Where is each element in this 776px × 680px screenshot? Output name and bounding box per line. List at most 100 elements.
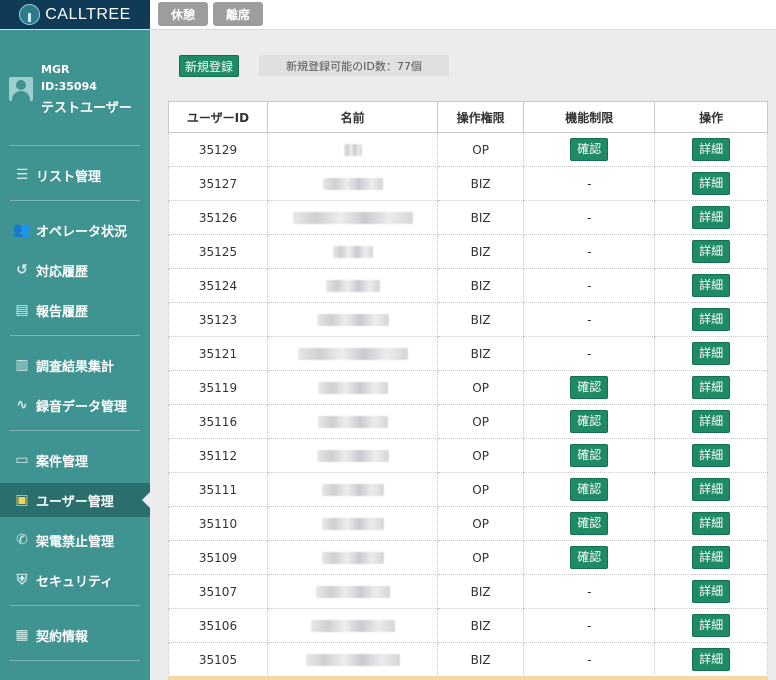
sidebar-item-survey[interactable]: ▥ 調査結果集計	[0, 348, 150, 382]
available-id-count: 新規登録可能のID数：77個	[259, 55, 449, 76]
detail-button[interactable]: 詳細	[692, 614, 731, 637]
sidebar-item-history[interactable]: ↺ 対応履歴	[0, 253, 150, 287]
table-row: 35111 OP 確認 詳細	[168, 472, 768, 507]
cell-permission: BIZ	[437, 608, 525, 643]
sidebar-item-list[interactable]: ☰ リスト管理	[0, 158, 150, 192]
sidebar-item-contract[interactable]: ▦ 契約情報	[0, 618, 150, 652]
divider	[10, 200, 140, 201]
cell-user-id: 35105	[168, 642, 268, 677]
sidebar-item-recordings[interactable]: ∿ 録音データ管理	[0, 388, 150, 422]
sidebar-item-label: 契約情報	[36, 629, 89, 645]
user-info: MGR ID:35094 テストユーザー	[0, 30, 150, 145]
sidebar-item-call-block[interactable]: ✆ 架電禁止管理	[0, 523, 150, 557]
detail-button[interactable]: 詳細	[692, 376, 731, 399]
confirm-button[interactable]: 確認	[570, 512, 609, 535]
sidebar-item-projects[interactable]: ▭ 案件管理	[0, 443, 150, 477]
calltree-logo[interactable]: CALLTREE	[0, 0, 150, 29]
detail-button[interactable]: 詳細	[692, 342, 731, 365]
cell-user-id: 35121	[168, 336, 268, 371]
confirm-button[interactable]: 確認	[570, 444, 609, 467]
detail-button[interactable]: 詳細	[692, 206, 731, 229]
detail-button[interactable]: 詳細	[692, 478, 731, 501]
pixelated-name	[325, 280, 380, 292]
cell-permission: BIZ	[437, 642, 525, 677]
cell-permission: BIZ	[437, 268, 525, 303]
cell-name	[266, 540, 439, 575]
phone-blocked-icon: ✆	[16, 532, 28, 548]
header-user-id[interactable]: ユーザーID	[168, 101, 268, 133]
detail-button[interactable]: 詳細	[692, 580, 731, 603]
cell-operation: 詳細	[654, 608, 768, 643]
sidebar-item-label: 調査結果集計	[36, 359, 115, 375]
history-icon: ↺	[16, 262, 28, 278]
divider	[10, 605, 140, 606]
detail-button[interactable]: 詳細	[692, 240, 731, 263]
sidebar-item-label: 対応履歴	[36, 264, 89, 280]
cell-name	[266, 642, 439, 677]
sidebar-item-users[interactable]: ▣ ユーザー管理	[0, 483, 150, 517]
table-row: 35127 BIZ - 詳細	[168, 166, 768, 201]
detail-button[interactable]: 詳細	[692, 512, 731, 535]
sidebar-item-label: 報告履歴	[36, 304, 89, 320]
cell-operation: 詳細	[654, 166, 768, 201]
cell-operation: 詳細	[654, 642, 768, 677]
cell-name	[266, 336, 439, 371]
header-operation[interactable]: 操作	[654, 101, 768, 133]
table-row: 35110 OP 確認 詳細	[168, 506, 768, 541]
divider	[10, 335, 140, 336]
table-row: 35129 OP 確認 詳細	[168, 132, 768, 167]
sidebar-item-security[interactable]: ⛨ セキュリティ	[0, 563, 150, 597]
detail-button[interactable]: 詳細	[692, 308, 731, 331]
cell-permission: BIZ	[437, 166, 525, 201]
cell-user-id: 35109	[168, 540, 268, 575]
cell-name	[266, 506, 439, 541]
cell-function-limit: -	[523, 268, 656, 303]
confirm-button[interactable]: 確認	[570, 546, 609, 569]
cell-name	[266, 166, 439, 201]
away-button[interactable]: 離席	[213, 2, 263, 26]
logo-text: CALLTREE	[45, 5, 131, 23]
detail-button[interactable]: 詳細	[692, 172, 731, 195]
cell-user-id: 35106	[168, 608, 268, 643]
pixelated-name	[315, 586, 390, 598]
detail-button[interactable]: 詳細	[692, 138, 731, 161]
header-function-limit[interactable]: 機能制限	[523, 101, 656, 133]
cell-operation: 詳細	[654, 438, 768, 473]
header-permission[interactable]: 操作権限	[437, 101, 525, 133]
sidebar-item-report[interactable]: ▤ 報告履歴	[0, 293, 150, 327]
break-button[interactable]: 休憩	[158, 2, 208, 26]
sidebar-item-label: 録音データ管理	[36, 399, 128, 415]
detail-button[interactable]: 詳細	[692, 444, 731, 467]
confirm-button[interactable]: 確認	[570, 410, 609, 433]
pixelated-name	[321, 552, 384, 564]
cell-permission: OP	[437, 438, 525, 473]
cell-function-limit: -	[523, 166, 656, 201]
cell-operation: 詳細	[654, 200, 768, 235]
sidebar-item-label: セキュリティ	[36, 574, 114, 590]
confirm-button[interactable]: 確認	[570, 138, 609, 161]
avatar-icon	[9, 77, 33, 101]
cell-permission: OP	[437, 506, 525, 541]
divider	[10, 145, 140, 146]
confirm-button[interactable]: 確認	[570, 376, 609, 399]
cell-operation: 詳細	[654, 132, 768, 167]
user-table: ユーザーID 名前 操作権限 機能制限 操作 35129 OP 確認 詳細 35127 B…	[168, 101, 768, 677]
sidebar-item-operator-status[interactable]: 👥 オペレータ状況	[0, 213, 150, 247]
cell-name	[266, 200, 439, 235]
detail-button[interactable]: 詳細	[692, 648, 731, 671]
cell-permission: BIZ	[437, 302, 525, 337]
top-bar: CALLTREE 休憩 離席	[0, 0, 776, 30]
detail-button[interactable]: 詳細	[692, 410, 731, 433]
table-footer-strip	[168, 676, 768, 680]
detail-button[interactable]: 詳細	[692, 546, 731, 569]
pixelated-name	[317, 416, 388, 428]
confirm-button[interactable]: 確認	[570, 478, 609, 501]
cell-name	[266, 574, 439, 609]
sidebar-item-label: 架電禁止管理	[36, 534, 115, 550]
table-header-row: ユーザーID 名前 操作権限 機能制限 操作	[168, 101, 768, 133]
new-registration-button[interactable]: 新規登録	[179, 55, 239, 77]
sidebar-item-label: オペレータ状況	[36, 224, 128, 240]
header-name[interactable]: 名前	[266, 101, 439, 133]
sidebar: MGR ID:35094 テストユーザー ☰ リスト管理 👥 オペレータ状況 ↺…	[0, 30, 150, 680]
detail-button[interactable]: 詳細	[692, 274, 731, 297]
